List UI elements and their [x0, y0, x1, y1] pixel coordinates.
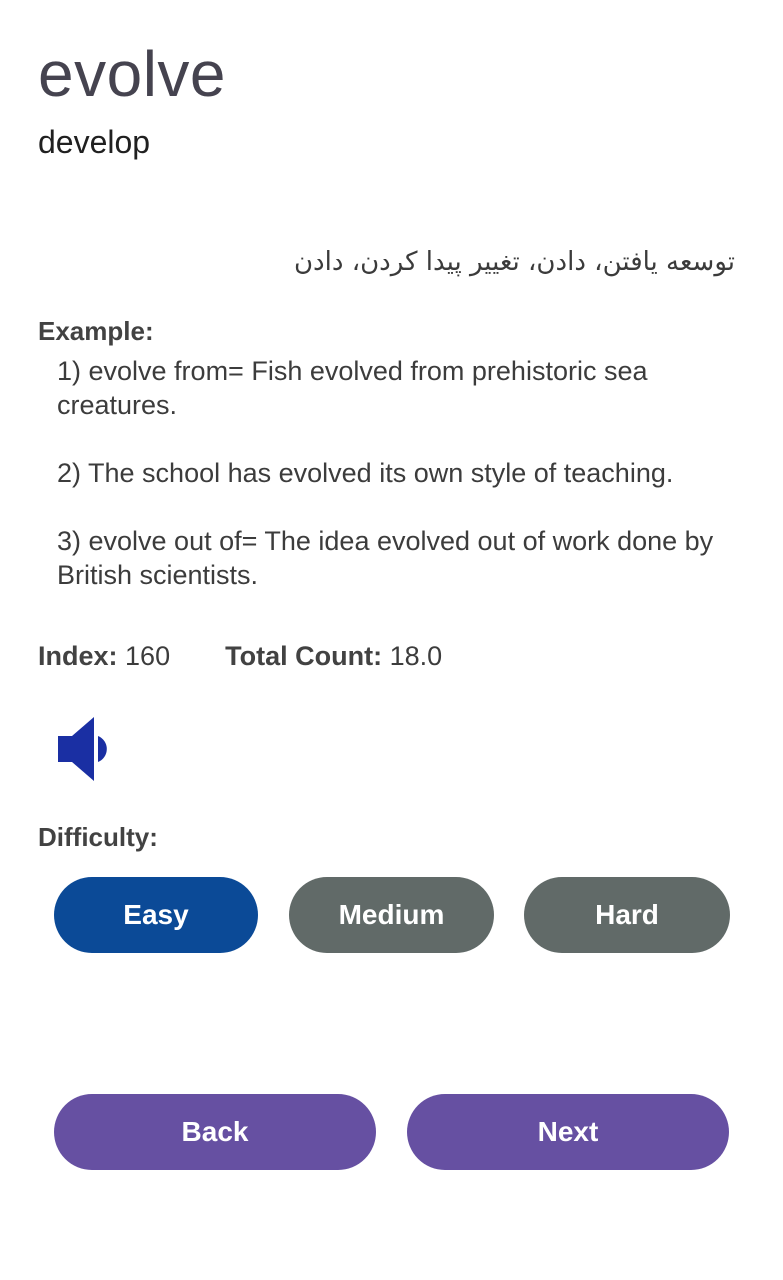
back-button[interactable]: Back	[54, 1094, 376, 1170]
difficulty-hard-button[interactable]: Hard	[524, 877, 730, 953]
example-item-2: 2) The school has evolved its own style …	[57, 458, 674, 488]
total-count-label: Total Count:	[225, 641, 383, 671]
flashcard-screen: evolve develop توسعه یافتن، دادن، تغییر …	[0, 0, 783, 1280]
total-count-value: 18.0	[389, 641, 443, 671]
volume-speaker-icon[interactable]	[54, 714, 118, 784]
next-button[interactable]: Next	[407, 1094, 729, 1170]
example-item-1: 1) evolve from= Fish evolved from prehis…	[57, 356, 648, 420]
difficulty-easy-button[interactable]: Easy	[54, 877, 258, 953]
index-value: 160	[125, 641, 171, 671]
card-stats: Index: 160 Total Count: 18.0	[38, 638, 442, 674]
word-title: evolve	[38, 38, 226, 110]
example-heading: Example:	[38, 316, 154, 346]
persian-translation: توسعه یافتن، دادن، تغییر پیدا کردن، دادن	[293, 247, 735, 277]
example-item-3: 3) evolve out of= The idea evolved out o…	[57, 526, 714, 590]
example-list: 1) evolve from= Fish evolved from prehis…	[57, 354, 717, 592]
difficulty-medium-button[interactable]: Medium	[289, 877, 494, 953]
word-synonym: develop	[38, 124, 151, 160]
index-label: Index:	[38, 641, 118, 671]
difficulty-heading: Difficulty:	[38, 822, 158, 852]
